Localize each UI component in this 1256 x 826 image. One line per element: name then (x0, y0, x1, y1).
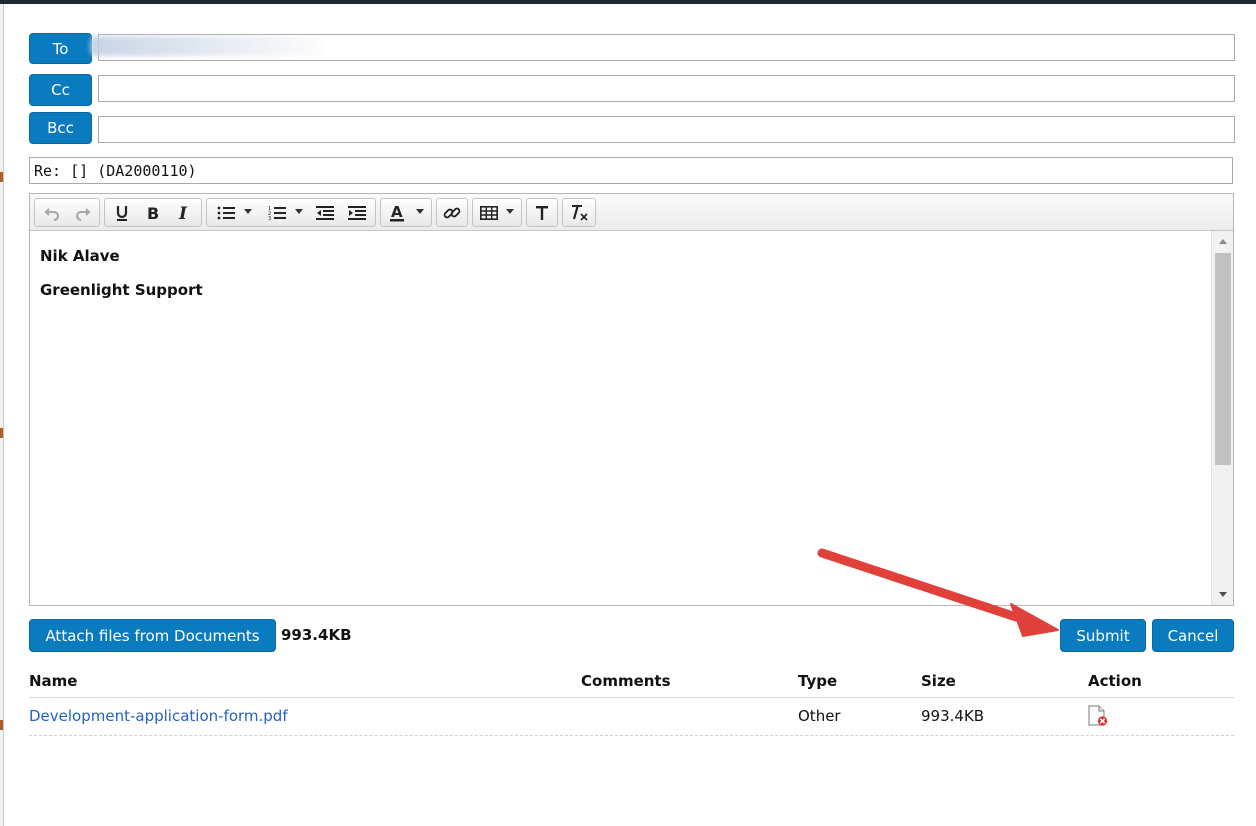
underline-icon[interactable] (108, 198, 136, 227)
edge-mark (0, 172, 3, 182)
italic-icon[interactable]: I (170, 198, 198, 227)
numbered-list-icon[interactable]: 123 (263, 198, 291, 227)
attachment-size: 993.4KB (921, 707, 985, 725)
scroll-thumb[interactable] (1215, 253, 1231, 465)
numbered-list-dropdown-icon[interactable] (295, 209, 303, 214)
format-text-icon[interactable] (528, 198, 556, 227)
table-dropdown-icon[interactable] (506, 209, 514, 214)
scroll-down-icon[interactable] (1219, 592, 1227, 597)
to-button[interactable]: To (29, 33, 92, 64)
bold-icon[interactable]: B (139, 198, 167, 227)
table-row-divider (29, 735, 1234, 736)
column-header-comments: Comments (581, 672, 671, 690)
attachment-file-link[interactable]: Development-application-form.pdf (29, 707, 288, 725)
attachments-total-size: 993.4KB (281, 626, 352, 644)
table-icon[interactable] (476, 198, 502, 227)
cc-field[interactable] (98, 75, 1235, 102)
edge-mark (0, 720, 3, 730)
bullet-list-dropdown-icon[interactable] (244, 209, 252, 214)
bcc-field[interactable] (98, 116, 1235, 143)
window-top-bar (0, 0, 1256, 4)
column-header-name: Name (29, 672, 78, 690)
text-color-dropdown-icon[interactable] (416, 209, 424, 214)
cc-button[interactable]: Cc (29, 74, 92, 106)
table-header-divider (29, 697, 1234, 698)
attachment-type: Other (798, 707, 841, 725)
signature-team: Greenlight Support (40, 281, 203, 299)
svg-text:B: B (147, 205, 159, 221)
indent-icon[interactable] (343, 198, 371, 227)
scroll-up-icon[interactable] (1219, 239, 1227, 244)
editor-content[interactable]: Nik Alave Greenlight Support (30, 231, 1212, 605)
link-icon[interactable] (438, 198, 466, 227)
text-color-icon[interactable]: A (384, 198, 410, 227)
column-header-action: Action (1088, 672, 1142, 690)
svg-text:A: A (391, 204, 403, 221)
message-editor[interactable]: B I 123 A Nik Alave Greenlight Support (29, 193, 1234, 606)
column-header-size: Size (921, 672, 956, 690)
editor-toolbar: B I 123 A (30, 194, 1233, 231)
submit-button[interactable]: Submit (1060, 619, 1146, 652)
redacted-email-address (90, 36, 325, 56)
delete-file-icon[interactable] (1087, 705, 1109, 731)
background-window-edge (0, 4, 4, 826)
clear-formatting-icon[interactable] (564, 198, 594, 227)
column-header-type: Type (798, 672, 838, 690)
subject-text: Re: [] (DA2000110) (34, 161, 197, 180)
outdent-icon[interactable] (311, 198, 339, 227)
cancel-button[interactable]: Cancel (1152, 619, 1234, 652)
redo-icon[interactable] (70, 198, 96, 227)
signature-name: Nik Alave (40, 247, 120, 265)
bullet-list-icon[interactable] (212, 198, 240, 227)
editor-scrollbar[interactable] (1211, 231, 1233, 605)
bcc-button[interactable]: Bcc (29, 112, 92, 144)
svg-text:I: I (178, 205, 188, 221)
undo-icon[interactable] (39, 198, 65, 227)
edge-mark (0, 428, 3, 438)
attach-files-button[interactable]: Attach files from Documents (29, 619, 276, 652)
svg-text:3: 3 (268, 216, 271, 221)
subject-field[interactable]: Re: [] (DA2000110) (29, 157, 1233, 184)
